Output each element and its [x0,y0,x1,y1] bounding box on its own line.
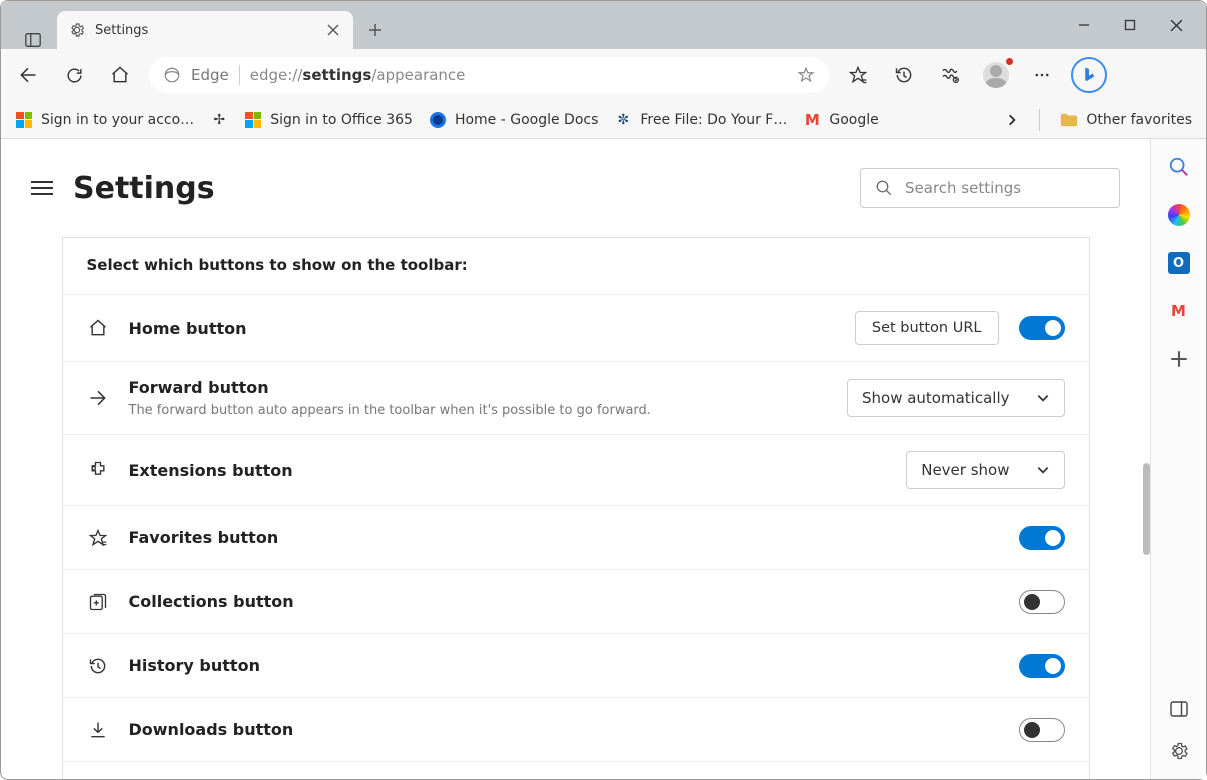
gear-icon [69,22,85,38]
sidebar-gmail-button[interactable]: M [1165,297,1193,325]
downloads-icon [87,720,109,740]
bookmarks-bar: Sign in to your acco… ✢ Sign in to Offic… [1,101,1206,139]
row-label: History button [129,656,999,675]
titlebar: Settings [1,1,1206,49]
chevron-down-icon [1036,391,1050,405]
search-settings-input[interactable] [905,179,1105,197]
bookmarks-overflow-button[interactable] [1005,113,1019,127]
bookmark-free-file[interactable]: ✼Free File: Do Your F… [614,111,787,129]
row-collections-button: Collections button [63,569,1089,633]
row-forward-button: Forward button The forward button auto a… [63,361,1089,434]
home-button-toggle[interactable] [1019,316,1065,340]
favorite-star-button[interactable] [797,66,815,84]
settings-menu-button[interactable] [31,181,53,195]
page-title: Settings [73,171,215,206]
url-product: Edge [191,66,229,84]
outlook-icon: O [1168,252,1190,274]
sidebar-settings-button[interactable] [1165,737,1193,765]
notification-dot [1006,58,1013,65]
row-history-button: History button [63,633,1089,697]
pin-icon: ✢ [210,111,228,129]
refresh-button[interactable] [57,58,91,92]
chevron-down-icon [1036,463,1050,477]
minimize-button[interactable] [1070,11,1098,39]
close-window-button[interactable] [1162,11,1190,39]
collections-button-toggle[interactable] [1019,590,1065,614]
docs-icon [429,111,447,129]
row-label: Home button [129,319,835,338]
history-icon [87,656,109,676]
tab-actions-button[interactable] [9,31,57,49]
collections-icon [87,592,109,612]
browser-essentials-button[interactable] [933,58,967,92]
row-label: Downloads button [129,720,999,739]
gmail-icon: M [1171,302,1186,320]
profile-button[interactable] [979,58,1013,92]
toolbar-buttons-section: Select which buttons to show on the tool… [62,237,1090,779]
scrollbar-thumb[interactable] [1143,463,1150,555]
microsoft-icon [245,112,261,128]
sidebar-panel-button[interactable] [1165,695,1193,723]
favorites-toolbar-button[interactable] [841,58,875,92]
more-menu-button[interactable] [1025,58,1059,92]
forward-icon [87,388,109,408]
gmail-icon: M [803,111,821,129]
maximize-button[interactable] [1116,11,1144,39]
other-favorites-folder[interactable]: Other favorites [1060,111,1192,129]
sidebar-add-button[interactable] [1165,345,1193,373]
search-settings-box[interactable] [860,168,1120,208]
url-path: edge://settings/appearance [250,66,466,84]
address-bar[interactable]: Edge edge://settings/appearance [149,57,829,93]
separator [239,65,240,85]
favorites-button-toggle[interactable] [1019,526,1065,550]
row-label: Favorites button [129,528,999,547]
m365-icon [1168,204,1190,226]
extensions-button-select[interactable]: Never show [906,451,1064,489]
close-tab-button[interactable] [325,22,341,38]
home-nav-button[interactable] [103,58,137,92]
edge-sidebar: O M [1150,139,1206,779]
bookmark-google[interactable]: MGoogle [803,111,878,129]
row-downloads-button: Downloads button [63,697,1089,761]
row-label: Forward button [129,378,827,397]
row-description: The forward button auto appears in the t… [129,403,827,418]
section-title: Select which buttons to show on the tool… [63,238,1089,294]
history-button-toggle[interactable] [1019,654,1065,678]
active-tab[interactable]: Settings [57,11,353,49]
row-label: Collections button [129,592,999,611]
row-label: Extensions button [129,461,887,480]
separator [1039,109,1040,131]
irs-icon: ✼ [614,111,632,129]
new-tab-button[interactable] [357,11,393,49]
bookmark-signin-account[interactable]: Sign in to your acco… [15,111,194,129]
settings-header: Settings [1,139,1150,237]
sidebar-m365-button[interactable] [1165,201,1193,229]
tab-title: Settings [95,23,315,38]
panel-icon [24,31,42,49]
bookmark-misc[interactable]: ✢ [210,111,228,129]
microsoft-icon [16,112,32,128]
home-icon [87,318,109,338]
history-toolbar-button[interactable] [887,58,921,92]
bookmark-office-365[interactable]: Sign in to Office 365 [244,111,413,129]
bookmark-google-docs[interactable]: Home - Google Docs [429,111,598,129]
row-home-button: Home button Set button URL [63,294,1089,361]
extensions-icon [87,460,109,480]
back-button[interactable] [11,58,45,92]
bing-chat-button[interactable] [1071,57,1107,93]
set-button-url-button[interactable]: Set button URL [855,311,999,345]
address-bar-row: Edge edge://settings/appearance [1,49,1206,101]
row-favorites-button: Favorites button [63,505,1089,569]
edge-logo-icon [163,66,181,84]
downloads-button-toggle[interactable] [1019,718,1065,742]
folder-icon [1060,111,1078,129]
search-icon [875,179,893,197]
avatar-icon [983,62,1009,88]
row-browser-essentials-button: Browser essentials button [63,761,1089,779]
forward-button-select[interactable]: Show automatically [847,379,1065,417]
sidebar-search-button[interactable] [1165,153,1193,181]
row-extensions-button: Extensions button Never show [63,434,1089,505]
favorites-icon [87,528,109,548]
sidebar-outlook-button[interactable]: O [1165,249,1193,277]
